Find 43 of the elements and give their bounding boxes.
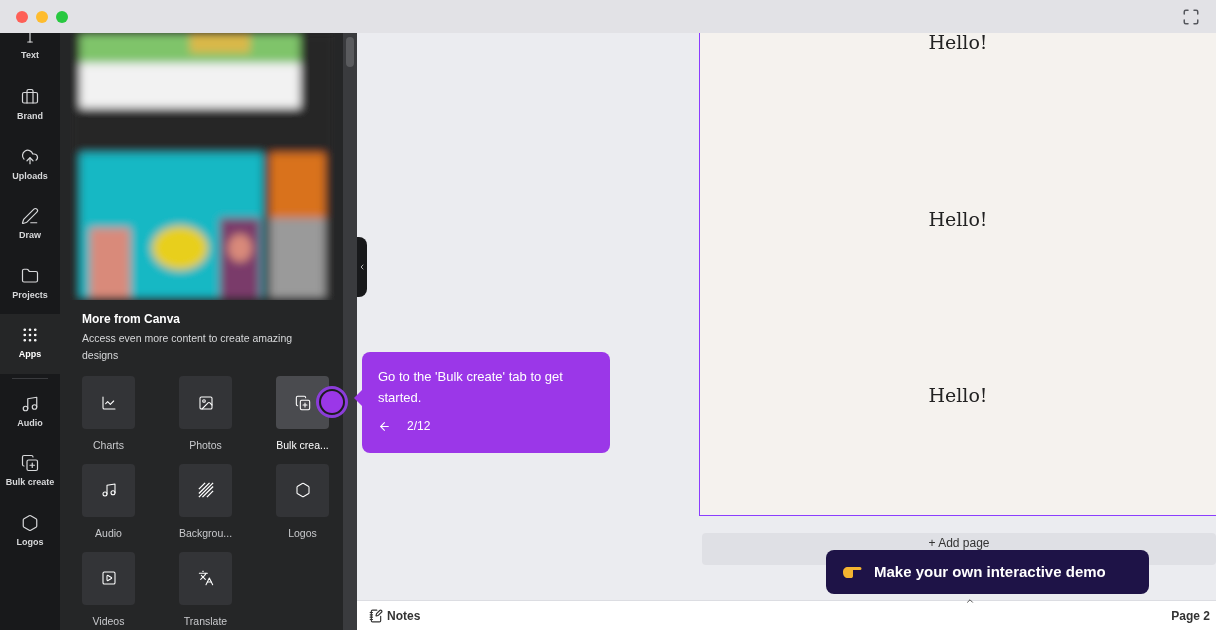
copy-plus-icon [294, 394, 311, 411]
copy-plus-icon [21, 454, 39, 472]
briefcase-icon [21, 88, 39, 106]
chevron-left-icon [358, 263, 366, 271]
section-description: Access even more content to create amazing designs [82, 331, 294, 363]
pointing-hand-icon [842, 565, 862, 579]
rail-tab[interactable]: Projects [0, 254, 60, 314]
notes-button[interactable]: Notes [369, 606, 421, 625]
pen-icon [21, 207, 39, 225]
rail-tab[interactable]: Text [0, 33, 60, 76]
rail-tab[interactable]: Logos [0, 501, 60, 561]
rail-tab[interactable]: Uploads [0, 135, 60, 195]
tooltip-text: Go to the 'Bulk create' tab to get started. [378, 368, 564, 407]
section-title: More from Canva [82, 311, 182, 328]
music-note-icon [100, 482, 117, 499]
rail-tab[interactable]: Brand [0, 76, 60, 136]
stripes-icon [197, 482, 214, 499]
hexagon-icon [294, 482, 311, 499]
translate-icon [197, 570, 214, 586]
hexagon-icon [21, 513, 39, 532]
notes-icon [369, 608, 383, 623]
rail-tab[interactable]: Draw [0, 195, 60, 255]
heading-text: Hello! [928, 383, 988, 408]
folder-icon [21, 266, 39, 285]
chevron-up-icon[interactable] [965, 596, 975, 606]
collapse-handle[interactable] [357, 237, 367, 297]
demo-promo-toast[interactable]: Make your own interactive demo [826, 550, 1149, 594]
page-indicator: Page 2 [1171, 607, 1210, 625]
line-chart-icon [100, 394, 117, 411]
play-icon [100, 570, 117, 586]
fullscreen-icon[interactable] [1182, 7, 1200, 26]
heading-text: Hello! [928, 30, 988, 55]
scrollbar[interactable] [343, 33, 357, 630]
grid-icon [21, 326, 39, 344]
step-counter: 2/12 [407, 418, 431, 435]
heading-text: Hello! [928, 206, 988, 232]
rail-tab[interactable]: Audio [0, 382, 60, 442]
rail-tab[interactable]: Bulk create [0, 442, 60, 502]
rail-tab[interactable]: Apps [0, 314, 60, 374]
back-arrow-icon[interactable] [378, 419, 391, 433]
image-icon [197, 394, 214, 411]
cloud-upload-icon [21, 147, 39, 166]
music-note-icon [21, 394, 39, 413]
